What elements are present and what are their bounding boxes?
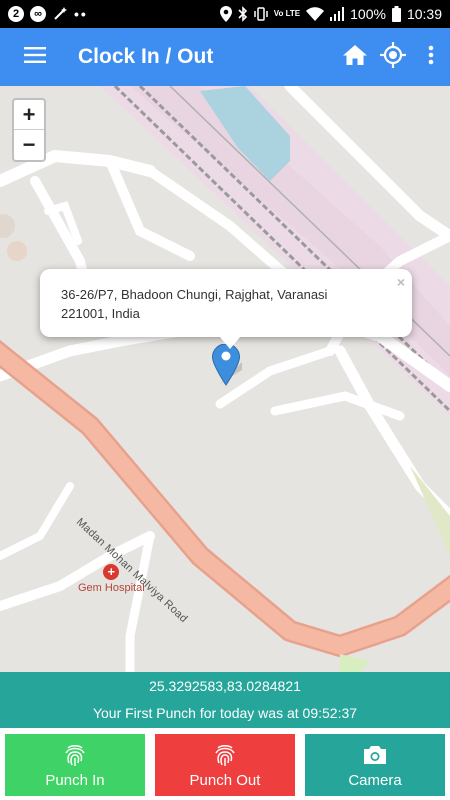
menu-button[interactable] bbox=[0, 28, 70, 86]
battery-icon bbox=[391, 6, 401, 22]
address-popup: 36-26/P7, Bhadoon Chungi, Rajghat, Varan… bbox=[40, 269, 412, 349]
fingerprint-icon bbox=[64, 742, 86, 768]
fingerprint-icon bbox=[214, 742, 236, 768]
more-notifications-indicator: •• bbox=[74, 6, 88, 22]
bluetooth-icon bbox=[238, 6, 248, 22]
notification-badge: 2 bbox=[8, 6, 24, 22]
vibrate-icon bbox=[254, 6, 268, 22]
battery-percentage: 100% bbox=[350, 6, 386, 22]
punch-info-panel: 25.3292583,83.0284821 Your First Punch f… bbox=[0, 672, 450, 728]
status-bar: 2 ∞ •• Vo LTE 100% 10:39 bbox=[0, 0, 450, 28]
overflow-menu-button[interactable] bbox=[412, 28, 450, 86]
menu-icon bbox=[24, 46, 46, 68]
app-notification-icon: ∞ bbox=[30, 6, 46, 22]
action-bar: Punch In Punch Out Camera bbox=[0, 728, 450, 800]
location-marker-icon[interactable] bbox=[211, 343, 248, 391]
location-target-icon bbox=[380, 41, 406, 73]
map-view[interactable]: + − Madan Mohan Malviya Road + Gem Hospi… bbox=[0, 86, 450, 672]
popup-address: 36-26/P7, Bhadoon Chungi, Rajghat, Varan… bbox=[61, 287, 328, 321]
wifi-icon bbox=[306, 7, 325, 21]
punch-in-label: Punch In bbox=[45, 771, 105, 789]
volte-indicator: Vo LTE bbox=[273, 9, 301, 18]
camera-icon bbox=[363, 742, 387, 768]
close-icon[interactable]: × bbox=[397, 273, 405, 292]
page-title: Clock In / Out bbox=[78, 45, 214, 68]
first-punch-text: Your First Punch for today was at 09:52:… bbox=[92, 705, 358, 721]
coordinates-text: 25.3292583,83.0284821 bbox=[149, 678, 301, 694]
zoom-out-button[interactable]: − bbox=[14, 130, 44, 160]
signal-icon bbox=[330, 7, 345, 21]
zoom-in-button[interactable]: + bbox=[14, 100, 44, 130]
poi-label: Gem Hospital bbox=[78, 582, 145, 594]
home-button[interactable] bbox=[336, 28, 374, 86]
camera-button[interactable]: Camera bbox=[305, 734, 445, 796]
popup-pointer bbox=[220, 337, 240, 349]
home-icon bbox=[343, 44, 367, 71]
hospital-icon: + bbox=[103, 564, 120, 580]
camera-label: Camera bbox=[348, 771, 402, 789]
punch-out-label: Punch Out bbox=[189, 771, 261, 789]
my-location-button[interactable] bbox=[374, 28, 412, 86]
location-icon bbox=[219, 6, 232, 22]
poi-gem-hospital[interactable]: + Gem Hospital bbox=[78, 564, 145, 594]
clock-time: 10:39 bbox=[406, 6, 442, 22]
punch-out-button[interactable]: Punch Out bbox=[155, 734, 295, 796]
zoom-control: + − bbox=[12, 98, 46, 162]
app-bar: Clock In / Out bbox=[0, 28, 450, 86]
more-vert-icon bbox=[428, 45, 434, 70]
punch-in-button[interactable]: Punch In bbox=[5, 734, 145, 796]
magic-wand-icon bbox=[52, 6, 68, 22]
